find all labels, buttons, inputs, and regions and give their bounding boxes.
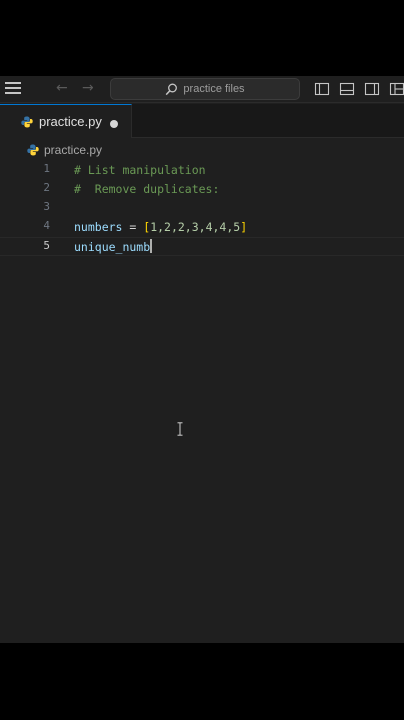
tab-label: practice.py xyxy=(39,114,102,129)
breadcrumb: practice.py xyxy=(0,139,404,161)
line-text: unique_numb xyxy=(74,238,153,257)
line-number: 5 xyxy=(43,239,50,252)
current-code-line[interactable]: 5 unique_numb xyxy=(0,237,404,256)
ibeam-cursor-icon xyxy=(177,422,183,436)
line-text: # List manipulation xyxy=(74,163,206,177)
code-line[interactable]: 2 # Remove duplicates: xyxy=(0,180,404,199)
line-text: # Remove duplicates: xyxy=(74,182,220,196)
bracket-token: ] xyxy=(240,220,248,234)
back-arrow-icon[interactable]: ← xyxy=(56,80,68,96)
number-list-token: 1,2,2,3,4,4,5 xyxy=(150,220,241,234)
toggle-panel-icon[interactable] xyxy=(339,81,355,97)
line-number: 2 xyxy=(43,181,50,194)
breadcrumb-file[interactable]: practice.py xyxy=(44,143,102,157)
command-center-label: practice files xyxy=(183,83,245,95)
line-text: numbers = [1,2,2,3,4,4,5] xyxy=(74,218,247,237)
title-bar: ← → practice files xyxy=(0,76,404,103)
code-editor[interactable]: 1 # List manipulation 2 # Remove duplica… xyxy=(0,161,404,643)
command-center-search[interactable]: practice files xyxy=(110,78,300,100)
customize-layout-icon[interactable] xyxy=(389,81,404,97)
menu-icon[interactable] xyxy=(5,82,21,96)
line-number: 4 xyxy=(43,219,50,232)
text-cursor xyxy=(150,239,153,253)
toggle-secondary-sidebar-icon[interactable] xyxy=(364,81,380,97)
line-number: 1 xyxy=(43,162,50,175)
operator-token: = xyxy=(122,220,144,234)
search-icon xyxy=(166,83,178,95)
toggle-sidebar-icon[interactable] xyxy=(314,81,330,97)
unsaved-dot-icon[interactable] xyxy=(110,120,118,128)
line-number: 3 xyxy=(43,200,50,213)
tab-practice-py[interactable]: practice.py xyxy=(0,104,132,138)
code-line[interactable]: 1 # List manipulation xyxy=(0,161,404,180)
tab-bar: practice.py xyxy=(0,104,404,138)
python-icon xyxy=(21,116,33,127)
code-line[interactable]: 4 numbers = [1,2,2,3,4,4,5] xyxy=(0,218,404,237)
code-line[interactable]: 3 xyxy=(0,199,404,218)
python-icon xyxy=(27,144,39,156)
vscode-window: ← → practice files practice.py practice.… xyxy=(0,76,404,643)
variable-token: numbers xyxy=(74,220,123,234)
forward-arrow-icon[interactable]: → xyxy=(82,80,94,96)
variable-token: unique_numb xyxy=(74,240,151,254)
